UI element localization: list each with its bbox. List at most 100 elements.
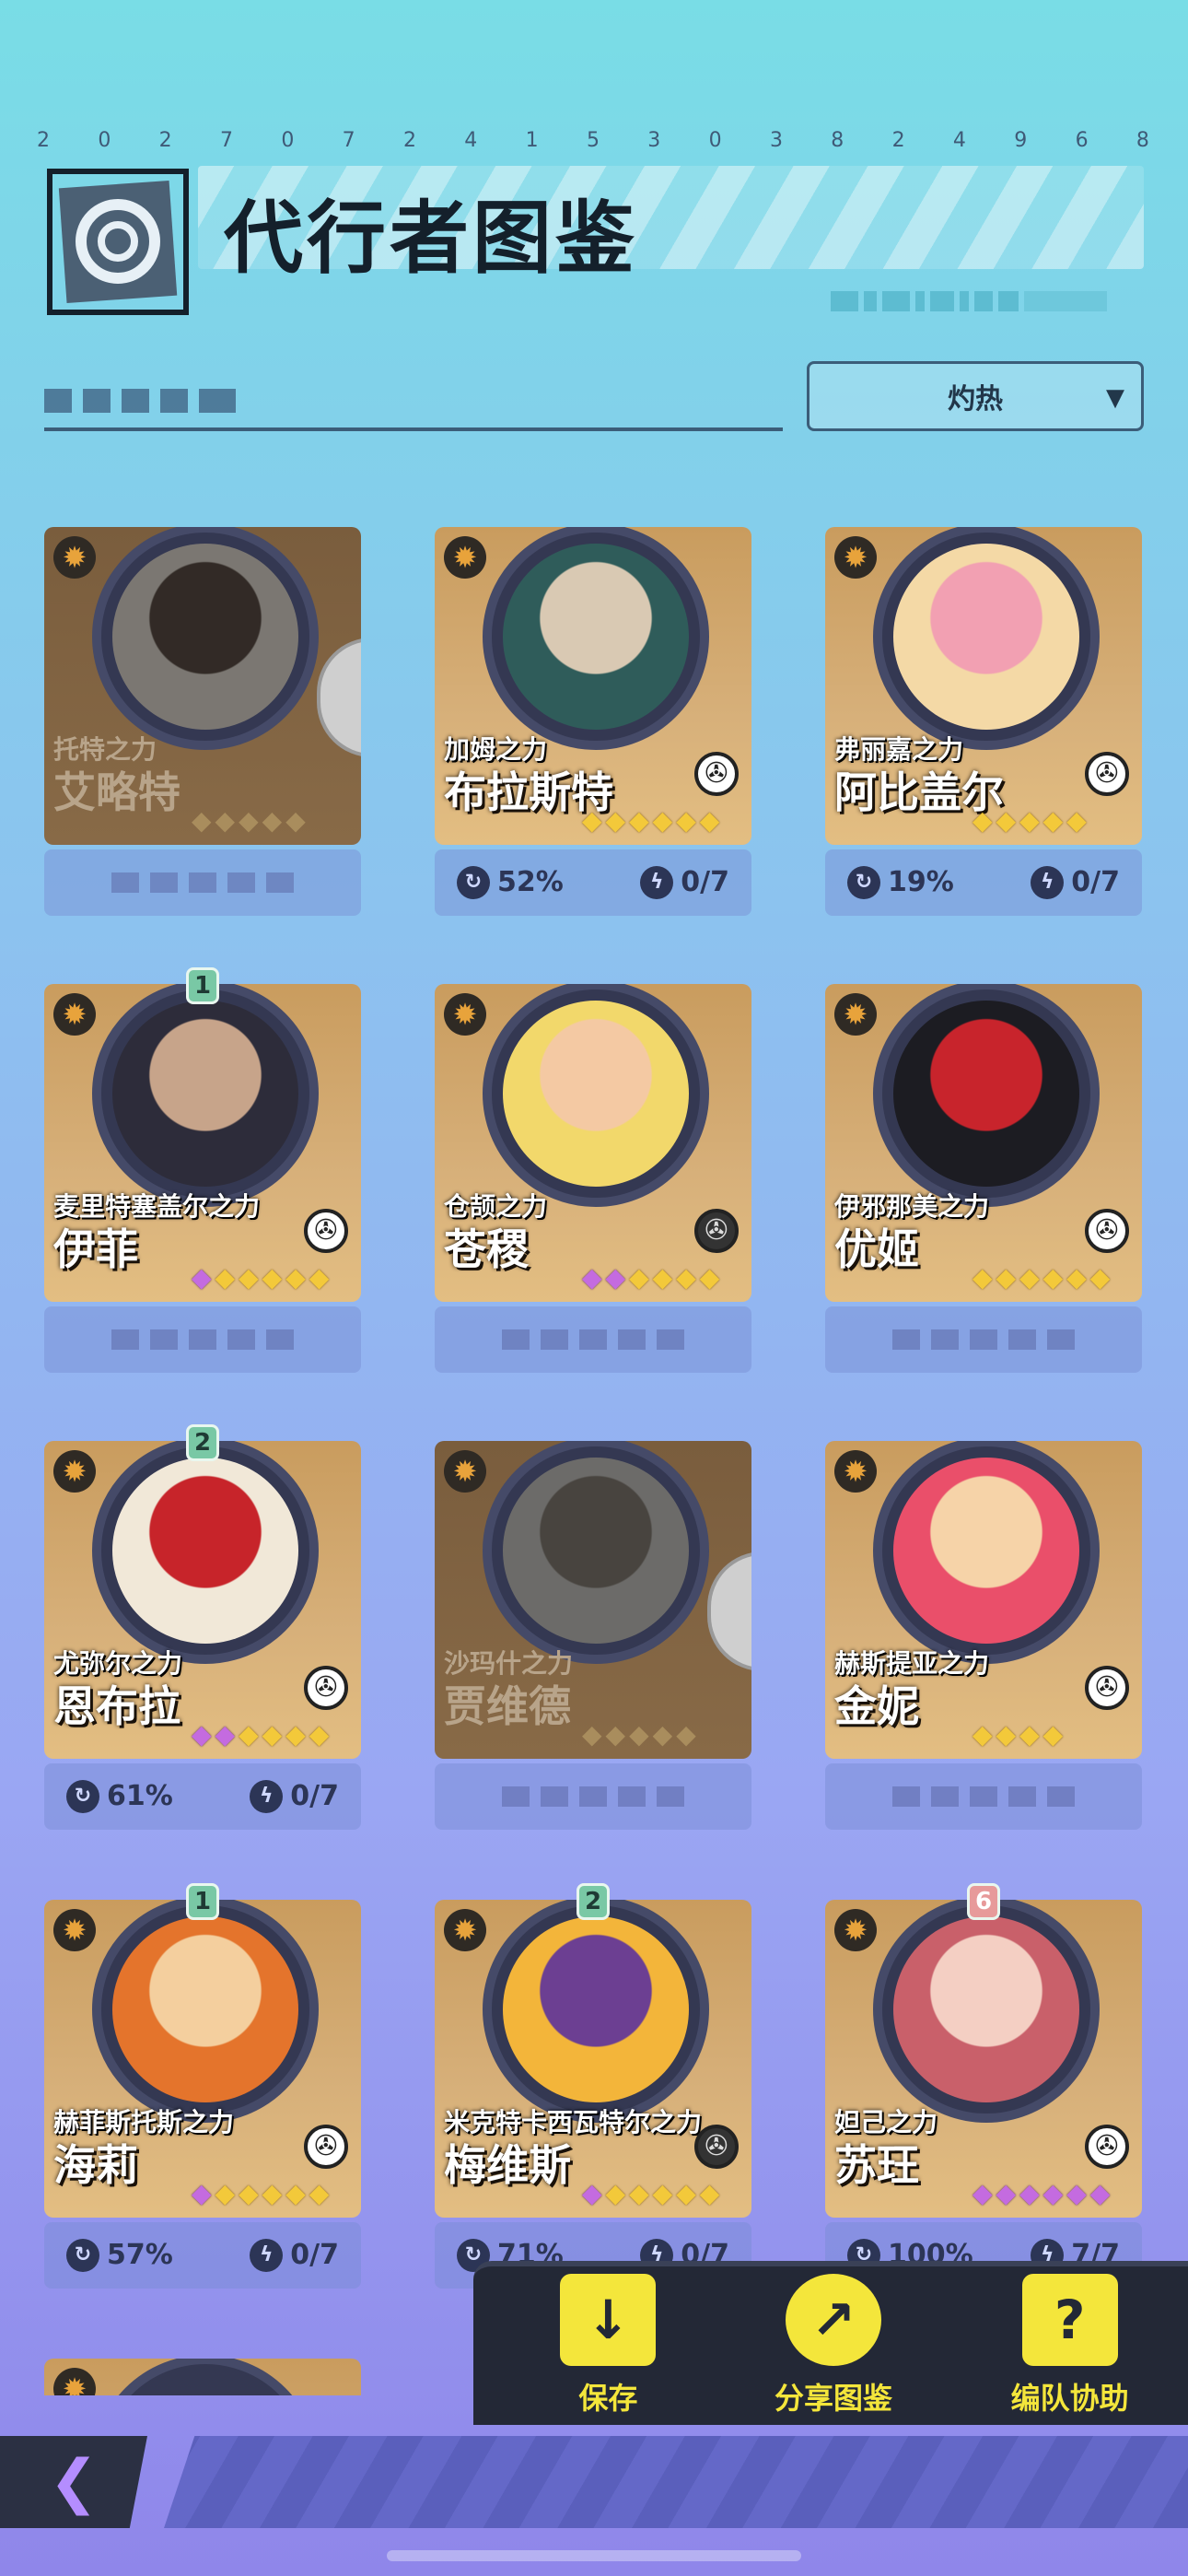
agent-panel: ✹ 伊邪那美之力 优姬 ✇ ◆ ◆ ◆ ◆ ◆ ◆ bbox=[825, 984, 1142, 1302]
agent-panel: ✹ 赫菲斯托斯之力 海莉 ✇ ◆ ◆ ◆ ◆ ◆ ◆ bbox=[44, 1900, 361, 2218]
agent-stats-empty bbox=[435, 1306, 751, 1373]
home-indicator[interactable] bbox=[387, 2550, 801, 2561]
agent-card[interactable]: ✹ 赫菲斯托斯之力 海莉 ✇ ◆ ◆ ◆ ◆ ◆ ◆ 1 ↻ 57% ϟ 0/7 bbox=[44, 1883, 361, 2289]
class-icon: ✇ bbox=[304, 2125, 348, 2169]
id-digit: 2 bbox=[37, 129, 52, 152]
purple-star-icon: ◆ bbox=[605, 1262, 626, 1293]
portrait-ring bbox=[92, 2359, 319, 2395]
element-gear-icon: ✹ bbox=[53, 1450, 96, 1493]
purple-star-icon: ◆ bbox=[1066, 2178, 1087, 2208]
bolt-shield-icon: ϟ bbox=[1031, 866, 1065, 900]
purple-star-icon: ◆ bbox=[1042, 2178, 1064, 2208]
bolt-shield-icon: ϟ bbox=[250, 1780, 284, 1814]
share-label: 分享图鉴 bbox=[774, 2381, 892, 2416]
task-value: 0/7 bbox=[290, 1779, 339, 1812]
agent-card[interactable]: ✹ 托特之力 艾略特 ◆ ◆ ◆ ◆ ◆ bbox=[44, 527, 361, 916]
star-rating: ◆ ◆ ◆ ◆ ◆ ◆ bbox=[192, 1262, 329, 1293]
progress-stat: ↻ 52% bbox=[457, 866, 564, 900]
progress-icon: ↻ bbox=[457, 866, 490, 900]
agent-card[interactable]: ✹ 沙玛什之力 贾维德 ◆ ◆ ◆ ◆ ◆ bbox=[435, 1441, 751, 1830]
agent-card[interactable]: ✹ 弗丽嘉之力 阿比盖尔 ✇ ◆ ◆ ◆ ◆ ◆ ↻ 19% ϟ 0/7 bbox=[825, 527, 1142, 916]
element-gear-icon: ✹ bbox=[53, 993, 96, 1036]
agent-panel: ✹ 米克特卡西瓦特尔之力 梅维斯 ✇ ◆ ◆ ◆ ◆ ◆ ◆ bbox=[435, 1900, 751, 2218]
team-label: 编队协助 bbox=[1010, 2381, 1129, 2416]
gold-star-icon: ◆ bbox=[699, 805, 720, 836]
rank-badge: 6 bbox=[956, 1883, 1011, 1924]
progress-stat: ↻ 61% bbox=[66, 1780, 173, 1814]
search-field[interactable] bbox=[44, 380, 783, 431]
agent-card[interactable]: ✹ 加姆之力 布拉斯特 ✇ ◆ ◆ ◆ ◆ ◆ ◆ ↻ 52% ϟ 0/7 bbox=[435, 527, 751, 916]
rank-badge: 1 bbox=[175, 967, 230, 1008]
gold-star-icon: ◆ bbox=[309, 1719, 330, 1750]
progress-icon: ↻ bbox=[66, 1780, 99, 1814]
rank-badge: 2 bbox=[565, 1883, 621, 1924]
agent-card[interactable]: ✹ 伊邪那美之力 优姬 ✇ ◆ ◆ ◆ ◆ ◆ ◆ bbox=[825, 984, 1142, 1373]
bottom-band bbox=[164, 2436, 1188, 2528]
agent-portrait bbox=[112, 1001, 298, 1187]
dropdown-arrow-icon: ▼ bbox=[1106, 384, 1124, 412]
gold-star-icon: ◆ bbox=[1019, 1719, 1040, 1750]
gold-star-icon: ◆ bbox=[699, 2178, 720, 2208]
class-icon: ✇ bbox=[694, 752, 739, 796]
save-label: 保存 bbox=[578, 2381, 638, 2416]
id-digit: 0 bbox=[708, 129, 724, 152]
agent-portrait bbox=[112, 1458, 298, 1644]
gold-star-icon: ◆ bbox=[285, 1262, 306, 1293]
element-gear-icon: ✹ bbox=[444, 536, 486, 579]
id-digit: 2 bbox=[891, 129, 907, 152]
gold-star-icon: ◆ bbox=[285, 2178, 306, 2208]
id-digit: 1 bbox=[525, 129, 541, 152]
progress-value: 61% bbox=[107, 1779, 173, 1812]
class-icon: ✇ bbox=[694, 1209, 739, 1253]
rank-badge-number: 2 bbox=[577, 1883, 610, 1920]
agent-portrait bbox=[112, 544, 298, 730]
id-digit: 8 bbox=[1136, 129, 1151, 152]
agent-card[interactable]: ✹ 妲己之力 苏玨 ✇ ◆ ◆ ◆ ◆ ◆ ◆ 6 ↻ 100% ϟ 7/7 bbox=[825, 1883, 1142, 2289]
gold-star-icon: ◆ bbox=[676, 2178, 696, 2208]
id-digit: 3 bbox=[769, 129, 785, 152]
purple-star-icon: ◆ bbox=[973, 2178, 993, 2208]
star-rating: ◆ ◆ ◆ ◆ ◆ bbox=[973, 805, 1087, 836]
agent-stats-empty bbox=[435, 1763, 751, 1830]
purple-star-icon: ◆ bbox=[1019, 2178, 1040, 2208]
agent-panel: ✹ 麦里特塞盖尔之力 伊菲 ✇ ◆ ◆ ◆ ◆ ◆ ◆ bbox=[44, 984, 361, 1302]
agent-name: 艾略特 bbox=[53, 767, 181, 817]
share-arrow-icon: ↗ bbox=[785, 2274, 881, 2366]
title-deco-bars bbox=[831, 289, 1144, 313]
gold-star-icon: ◆ bbox=[1042, 1262, 1064, 1293]
codex-logo-icon bbox=[47, 169, 189, 315]
id-digit-strip: 2 0 2 7 0 7 2 4 1 5 3 0 3 8 2 4 9 6 8 bbox=[37, 129, 1151, 152]
gold-star-icon: ◆ bbox=[215, 1262, 236, 1293]
agent-portrait bbox=[893, 1001, 1079, 1187]
agent-name: 梅维斯 bbox=[444, 2140, 571, 2190]
gold-star-icon: ◆ bbox=[676, 1262, 696, 1293]
task-stat: ϟ 0/7 bbox=[250, 2239, 339, 2273]
agent-card[interactable]: ✹ 尤弥尔之力 恩布拉 ✇ ◆ ◆ ◆ ◆ ◆ ◆ 2 ↻ 61% ϟ 0/7 bbox=[44, 1424, 361, 1830]
agent-portrait bbox=[893, 1916, 1079, 2102]
class-icon: ✇ bbox=[1085, 752, 1129, 796]
agent-card[interactable]: ✹ 赫斯提亚之力 金妮 ✇ ◆ ◆ ◆ ◆ bbox=[825, 1441, 1142, 1830]
agent-card[interactable]: ✹ 米克特卡西瓦特尔之力 梅维斯 ✇ ◆ ◆ ◆ ◆ ◆ ◆ 2 ↻ 71% ϟ 0/7 bbox=[435, 1883, 751, 2289]
agent-card[interactable]: ✹ 麦里特塞盖尔之力 伊菲 ✇ ◆ ◆ ◆ ◆ ◆ ◆ 1 bbox=[44, 967, 361, 1373]
gold-star-icon: ◆ bbox=[239, 2178, 259, 2208]
action-bar: ↓ 保存 ↗ 分享图鉴 ? 编队协助 bbox=[473, 2261, 1188, 2425]
gold-star-icon: ◆ bbox=[1066, 1262, 1087, 1293]
progress-icon: ↻ bbox=[847, 866, 880, 900]
purple-star-icon: ◆ bbox=[1089, 2178, 1111, 2208]
agent-portrait bbox=[503, 1916, 689, 2102]
gold-star-icon: ◆ bbox=[239, 1262, 259, 1293]
team-assist-button[interactable]: ? 编队协助 bbox=[1011, 2274, 1129, 2418]
share-codex-button[interactable]: ↗ 分享图鉴 bbox=[775, 2274, 892, 2418]
id-digit: 4 bbox=[952, 129, 968, 152]
agent-card[interactable]: ✹ 仓颉之力 苍稷 ✇ ◆ ◆ ◆ ◆ ◆ ◆ bbox=[435, 984, 751, 1373]
save-button[interactable]: ↓ 保存 bbox=[560, 2274, 657, 2418]
agent-name: 金妮 bbox=[834, 1681, 919, 1731]
agent-card-partial[interactable]: ✹ bbox=[44, 2359, 361, 2395]
back-button[interactable]: ❮ bbox=[0, 2436, 147, 2528]
gold-star-icon: ◆ bbox=[1019, 1262, 1040, 1293]
element-filter-dropdown[interactable]: 灼热 ▼ bbox=[807, 361, 1144, 431]
gold-star-icon: ◆ bbox=[652, 805, 673, 836]
star-rating: ◆ ◆ ◆ ◆ ◆ bbox=[582, 1719, 696, 1750]
star-rating: ◆ ◆ ◆ ◆ ◆ ◆ bbox=[192, 1719, 329, 1750]
gold-star-icon: ◆ bbox=[262, 1262, 283, 1293]
